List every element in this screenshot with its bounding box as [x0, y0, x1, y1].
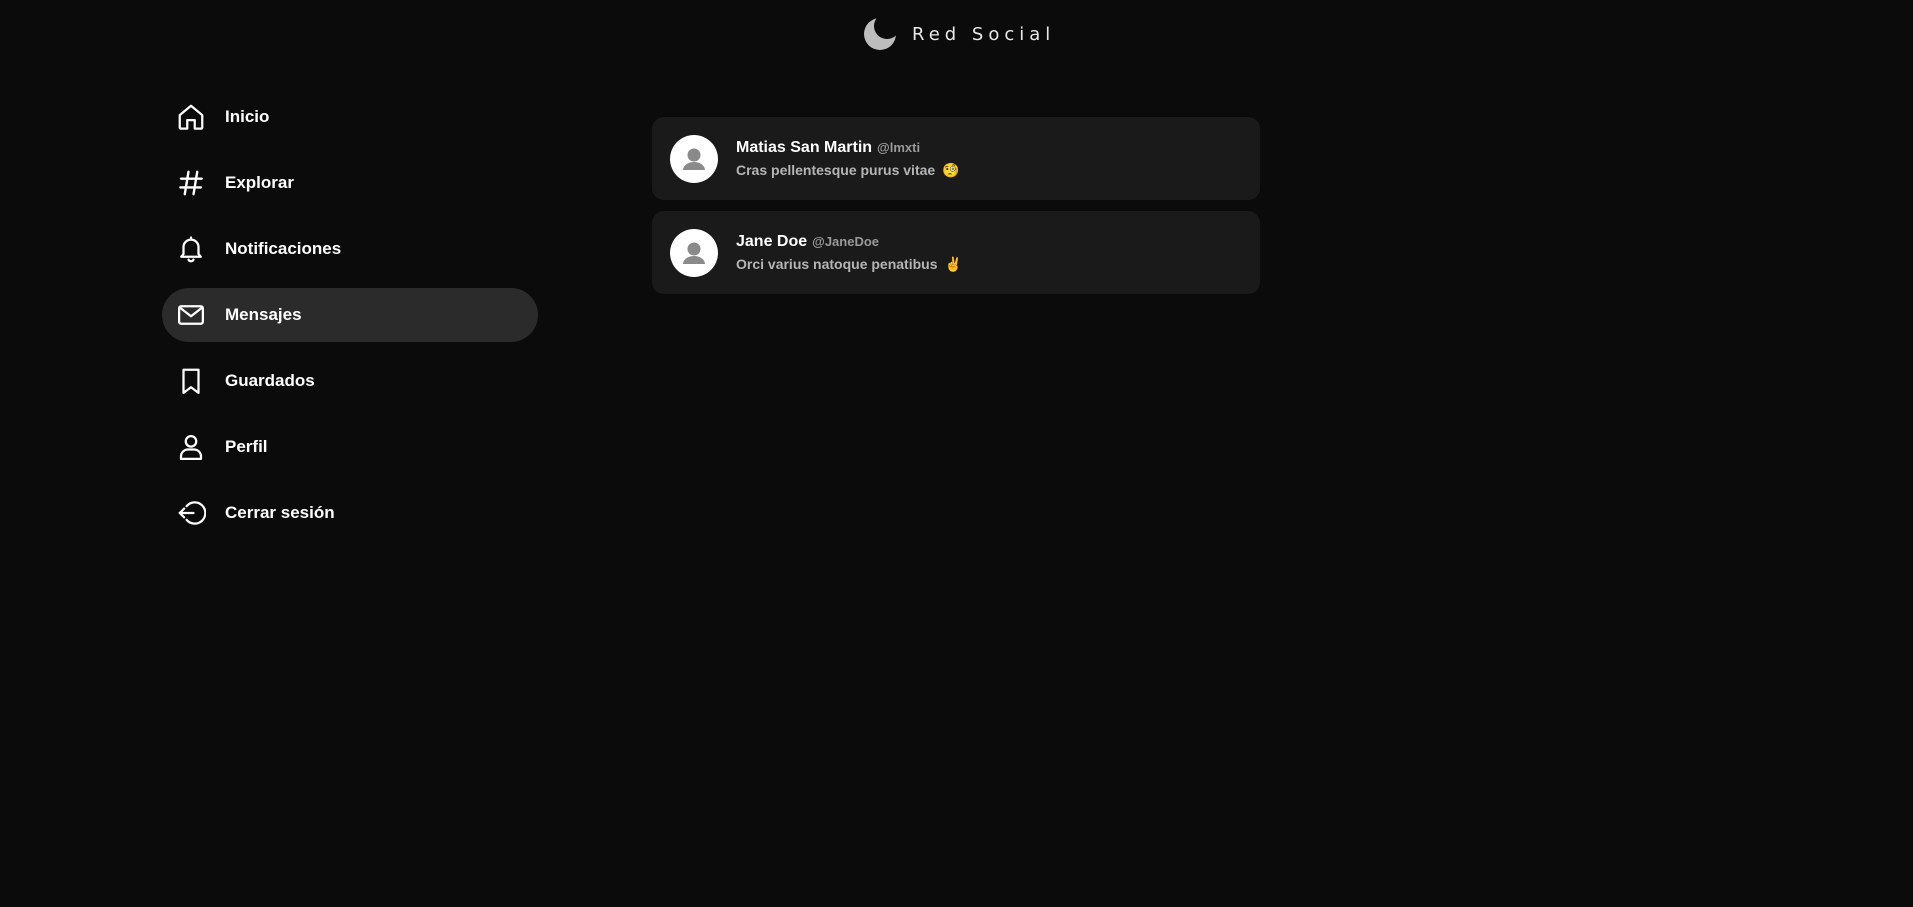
conversation-last-message: Cras pellentesque purus vitae	[736, 162, 936, 178]
logout-icon	[175, 497, 207, 529]
emoji: 🧐	[942, 161, 960, 178]
sidebar-item-cerrar-sesion[interactable]: Cerrar sesión	[162, 486, 538, 540]
conversation-name: Jane Doe	[736, 232, 808, 250]
default-avatar-icon	[670, 228, 718, 277]
top-bar: Red Social	[0, 0, 1913, 66]
conversation-name: Matias San Martin	[736, 138, 873, 156]
hashtag-icon	[175, 167, 207, 199]
brand[interactable]: Red Social	[862, 16, 1055, 52]
conversation-list: Matias San Martin @lmxti Cras pellentesq…	[652, 117, 1260, 305]
sidebar-item-label: Guardados	[225, 371, 315, 390]
bookmark-icon	[175, 365, 207, 397]
sidebar-item-label: Cerrar sesión	[225, 503, 335, 522]
conversation-last-message: Orci varius natoque penatibus	[736, 256, 938, 272]
sidebar-item-notificaciones[interactable]: Notificaciones	[162, 222, 538, 276]
sidebar-item-label: Perfil	[225, 437, 268, 456]
sidebar-item-mensajes[interactable]: Mensajes	[162, 288, 538, 342]
mail-icon	[175, 299, 207, 331]
emoji: ✌	[944, 255, 962, 272]
sidebar-item-perfil[interactable]: Perfil	[162, 420, 538, 474]
app-title: Red Social	[912, 23, 1056, 45]
conversation-handle: @lmxti	[877, 139, 921, 155]
sidebar-item-label: Mensajes	[225, 305, 302, 324]
bell-icon	[175, 233, 207, 265]
moon-icon	[862, 16, 898, 52]
conversation-item[interactable]: Matias San Martin @lmxti Cras pellentesq…	[652, 117, 1260, 200]
home-icon	[175, 101, 207, 133]
user-icon	[175, 431, 207, 463]
default-avatar-icon	[670, 134, 718, 183]
sidebar-item-label: Inicio	[225, 107, 270, 126]
sidebar-item-label: Notificaciones	[225, 239, 342, 258]
sidebar-item-guardados[interactable]: Guardados	[162, 354, 538, 408]
conversation-handle: @JaneDoe	[812, 233, 880, 249]
sidebar-nav: Inicio Explorar Notificaciones Mensajes …	[162, 90, 538, 552]
sidebar-item-explorar[interactable]: Explorar	[162, 156, 538, 210]
sidebar-item-label: Explorar	[225, 173, 294, 192]
conversation-item[interactable]: Jane Doe @JaneDoe Orci varius natoque pe…	[652, 211, 1260, 294]
sidebar-item-inicio[interactable]: Inicio	[162, 90, 538, 144]
